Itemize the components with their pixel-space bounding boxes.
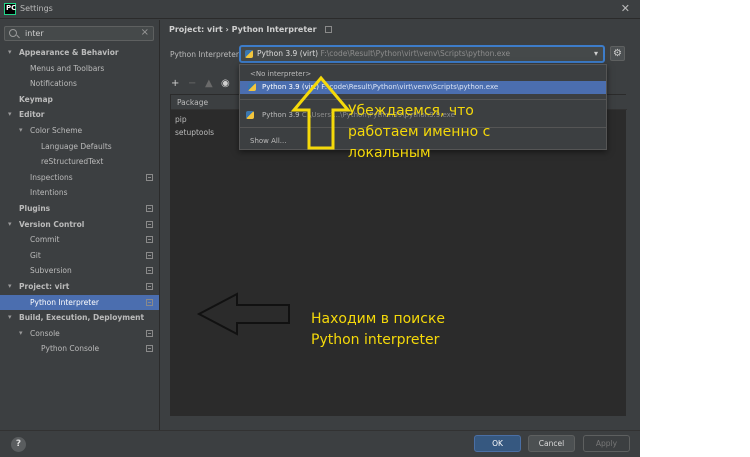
interpreter-name: Python 3.9 (virt) (257, 49, 319, 58)
sidebar-item[interactable]: Notifications (0, 76, 159, 92)
ok-button[interactable]: OK (474, 435, 521, 452)
sidebar-item[interactable]: reStructuredText (0, 154, 159, 170)
annotation-find-in-search: Находим в поиске Python interpreter (311, 311, 446, 348)
sidebar-item-label: Appearance & Behavior (19, 48, 119, 57)
left-arrow-annotation (196, 292, 290, 336)
sidebar-item-label: Plugins (19, 203, 51, 213)
python-icon (248, 83, 256, 91)
remove-package-icon[interactable]: − (188, 78, 196, 89)
sidebar-item[interactable]: Subversion (0, 263, 159, 279)
interpreter-path: F:\code\Result\Python\virt\venv\Scripts\… (320, 49, 511, 58)
sidebar-item[interactable]: ▾ Build, Execution, Deployment (0, 310, 159, 326)
close-icon[interactable]: ✕ (621, 2, 630, 15)
gear-icon[interactable]: ⚙ (610, 46, 625, 61)
sidebar-item-label: Notifications (30, 79, 77, 89)
chevron-down-icon[interactable]: ▾ (8, 279, 12, 295)
chevron-down-icon[interactable]: ▾ (19, 123, 23, 139)
project-scope-icon (325, 26, 333, 33)
table-row[interactable]: pip (175, 115, 187, 124)
chevron-down-icon[interactable]: ▾ (8, 310, 12, 326)
sidebar-item[interactable]: Python Console (0, 341, 159, 357)
interpreter-label: Python Interpreter: (170, 50, 242, 59)
pycharm-logo-icon: PC (4, 3, 16, 15)
sidebar-item[interactable]: Plugins (0, 201, 159, 217)
sidebar-item-label: Color Scheme (30, 125, 83, 135)
sidebar-item-label: Python Console (41, 344, 100, 354)
clear-search-icon[interactable]: × (141, 27, 149, 38)
sidebar-item-label: Project: virt (19, 281, 70, 291)
search-value: inter (25, 29, 44, 38)
python-icon (245, 50, 253, 58)
breadcrumb: Project: virt › Python Interpreter (169, 25, 333, 34)
sidebar-item-label: Git (30, 250, 41, 260)
sidebar-item-label: Python Interpreter (30, 297, 99, 307)
chevron-down-icon[interactable]: ▾ (8, 107, 12, 123)
sidebar-item-label: Commit (30, 235, 60, 245)
sidebar-item[interactable]: ▾ Color Scheme (0, 123, 159, 139)
sidebar-item-label: Menus and Toolbars (30, 63, 105, 73)
project-scope-icon (146, 220, 153, 228)
breadcrumb-page: Python Interpreter (231, 25, 317, 34)
breadcrumb-project[interactable]: Project: virt (169, 25, 223, 34)
apply-button[interactable]: Apply (583, 435, 630, 452)
window-title: Settings (20, 4, 53, 13)
project-scope-icon (146, 204, 153, 212)
sidebar-item[interactable]: Python Interpreter (0, 294, 159, 311)
sidebar-item-label: Inspections (30, 172, 73, 182)
sidebar-item-label: Version Control (19, 219, 85, 229)
project-scope-icon (146, 251, 153, 259)
search-icon (9, 29, 17, 37)
project-scope-icon (146, 267, 153, 275)
sidebar-item[interactable]: ▾ Console (0, 326, 159, 342)
project-scope-icon (146, 345, 153, 353)
sidebar-item-label: reStructuredText (41, 157, 104, 167)
sidebar-item-label: Console (30, 328, 60, 338)
sidebar-item[interactable]: Menus and Toolbars (0, 61, 159, 77)
search-input[interactable]: inter × (4, 26, 154, 41)
cancel-button[interactable]: Cancel (528, 435, 575, 452)
chevron-down-icon[interactable]: ▾ (8, 45, 12, 61)
sidebar-item[interactable]: Keymap (0, 92, 159, 108)
chevron-down-icon[interactable]: ▾ (8, 217, 12, 233)
chevron-down-icon[interactable]: ▾ (19, 326, 23, 342)
table-row[interactable]: setuptools (175, 128, 214, 137)
dialog-footer: ? OK Cancel Apply (0, 430, 640, 457)
project-scope-icon (146, 173, 153, 181)
python-icon (246, 111, 254, 119)
sidebar-item[interactable]: ▾ Editor (0, 107, 159, 123)
settings-window: PC Settings ✕ inter × ▾ Appearance & Beha… (0, 0, 640, 457)
annotation-local-interpreter: Убеждаемся, что работаем именно с локаль… (348, 103, 491, 161)
sidebar-item-label: Intentions (30, 188, 68, 198)
settings-sidebar: inter × ▾ Appearance & Behavior Menus and … (0, 20, 160, 430)
project-scope-icon (146, 282, 153, 290)
sidebar-item[interactable]: Language Defaults (0, 139, 159, 155)
sidebar-item[interactable]: Intentions (0, 185, 159, 201)
sidebar-item-label: Language Defaults (41, 141, 112, 151)
sidebar-item-label: Subversion (30, 266, 72, 276)
sidebar-item[interactable]: Git (0, 248, 159, 264)
column-package[interactable]: Package (177, 98, 208, 107)
sidebar-item[interactable]: Inspections (0, 170, 159, 186)
sidebar-item-label: Keymap (19, 94, 53, 104)
help-button[interactable]: ? (11, 437, 26, 452)
show-early-releases-icon[interactable]: ◉ (221, 78, 230, 89)
interpreter-select[interactable]: Python 3.9 (virt) F:\code\Result\Python\… (239, 45, 605, 63)
sidebar-item[interactable]: Commit (0, 232, 159, 248)
title-bar: PC Settings ✕ (0, 0, 640, 19)
upgrade-package-icon[interactable]: ▲ (205, 78, 213, 89)
up-arrow-annotation (290, 75, 352, 150)
project-scope-icon (146, 329, 153, 337)
sidebar-item-label: Editor (19, 110, 45, 120)
add-package-icon[interactable]: + (171, 78, 179, 89)
breadcrumb-separator: › (225, 25, 229, 34)
chevron-down-icon: ▾ (593, 49, 598, 58)
sidebar-item[interactable]: ▾ Appearance & Behavior (0, 45, 159, 61)
project-scope-icon (146, 298, 153, 306)
settings-tree: ▾ Appearance & Behavior Menus and Toolbars… (0, 45, 159, 357)
sidebar-item[interactable]: ▾ Version Control (0, 217, 159, 233)
project-scope-icon (146, 236, 153, 244)
sidebar-item[interactable]: ▾ Project: virt (0, 279, 159, 295)
sidebar-item-label: Build, Execution, Deployment (19, 313, 145, 323)
